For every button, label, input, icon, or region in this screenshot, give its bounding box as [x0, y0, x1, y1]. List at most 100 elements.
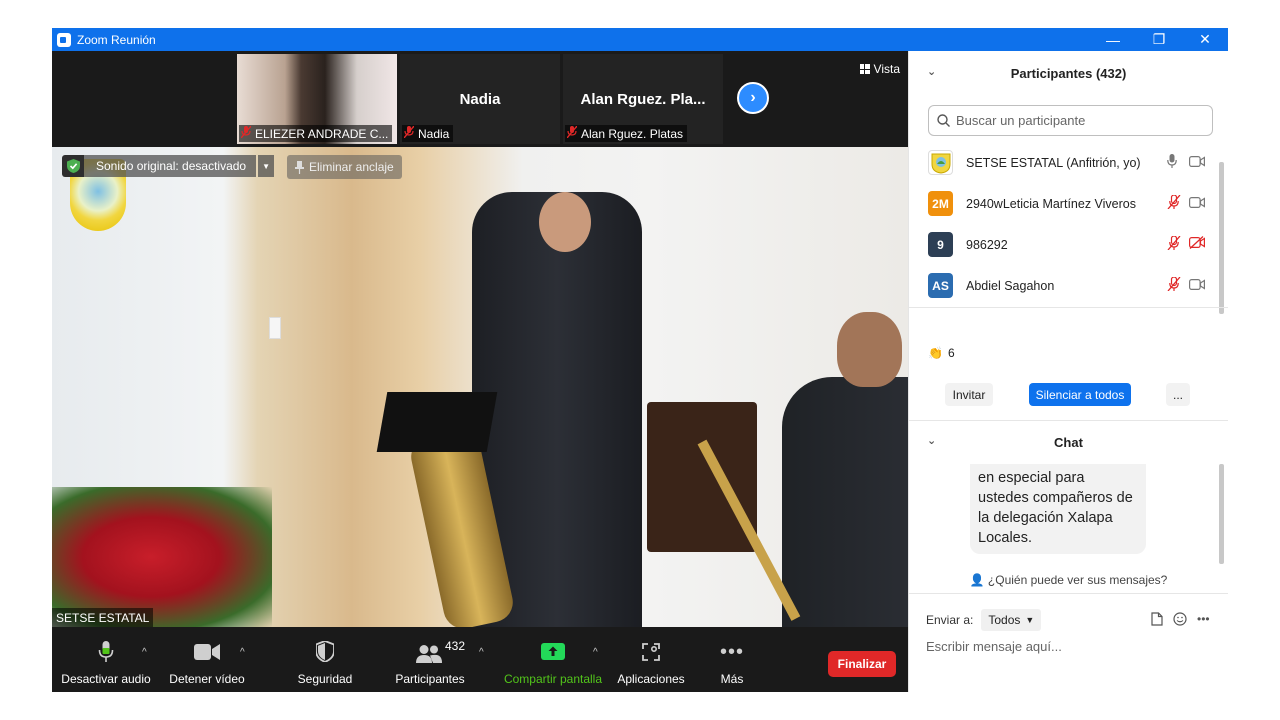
setse-logo-avatar: [928, 150, 953, 175]
more-button[interactable]: ••• Más: [708, 627, 756, 692]
chevron-down-icon[interactable]: ⌄: [927, 65, 936, 78]
video-camera-icon: [194, 644, 220, 660]
person-lock-icon: 👤: [969, 573, 985, 587]
chat-tools: •••: [1151, 612, 1210, 626]
security-button[interactable]: Seguridad: [290, 627, 360, 692]
participants-header: ⌄ Participantes (432): [927, 65, 1127, 81]
participant-row[interactable]: 2M 2940wLeticia Martínez Viveros: [909, 183, 1221, 224]
thumbnail-strip: ELIEZER ANDRADE C... Nadia Nadia Alan Rg…: [52, 51, 908, 147]
file-icon[interactable]: [1151, 612, 1163, 626]
shield-check-icon: [62, 155, 84, 177]
restore-button[interactable]: ❐: [1136, 28, 1182, 51]
singer-face: [539, 192, 591, 252]
more-dots-icon: •••: [719, 641, 745, 663]
poinsettia-plant: [52, 487, 272, 627]
title-bar: Zoom Reunión — ❐ ✕: [52, 28, 1228, 51]
mute-audio-button[interactable]: Desactivar audio: [60, 627, 152, 692]
participant-row[interactable]: SETSE ESTATAL (Anfitrión, yo): [909, 142, 1221, 183]
apps-icon: [642, 643, 660, 661]
search-icon: [937, 114, 950, 127]
video-camera-icon[interactable]: [1189, 154, 1205, 172]
pin-icon: [295, 160, 304, 174]
mic-muted-icon[interactable]: [1167, 235, 1181, 253]
send-to-row: Enviar a: Todos ▼: [926, 609, 1042, 631]
participant-row[interactable]: AS Abdiel Sagahon: [909, 265, 1221, 306]
original-sound-dropdown[interactable]: ▼: [258, 155, 275, 177]
participant-avatar: 2M: [928, 191, 953, 216]
video-off-icon[interactable]: [1189, 235, 1205, 254]
original-sound-control: Sonido original: desactivado ▼: [62, 155, 275, 177]
chat-scrollbar[interactable]: [1219, 464, 1224, 564]
participant-avatar: 9: [928, 232, 953, 257]
next-page-button[interactable]: ›: [737, 82, 769, 114]
share-screen-button[interactable]: Compartir pantalla: [498, 627, 608, 692]
meeting-toolbar: Desactivar audio ^ Detener vídeo ^ Segur…: [52, 627, 908, 692]
divider: [909, 307, 1228, 308]
video-participant-label: SETSE ESTATAL: [52, 608, 154, 627]
thumbnail-alan[interactable]: Alan Rguez. Pla... Alan Rguez. Platas: [563, 54, 723, 144]
unpin-button[interactable]: Eliminar anclaje: [287, 155, 402, 179]
emoji-icon[interactable]: [1173, 612, 1187, 626]
share-screen-icon: [541, 643, 565, 660]
search-input[interactable]: [956, 113, 1196, 128]
share-options-caret[interactable]: ^: [593, 647, 598, 658]
clapping-hands-icon: 👏: [928, 346, 943, 360]
divider: [909, 420, 1228, 421]
view-button[interactable]: Vista: [859, 62, 900, 76]
thumbnail-name: Nadia: [459, 91, 501, 108]
participants-count-badge: 432: [445, 639, 466, 653]
video-camera-icon[interactable]: [1189, 277, 1205, 295]
trombonist-figure: [782, 377, 908, 627]
stop-video-button[interactable]: Detener vídeo: [164, 627, 250, 692]
thumbnail-eliezer[interactable]: ELIEZER ANDRADE C...: [237, 54, 397, 144]
thumbnail-name: Alan Rguez. Pla...: [580, 91, 706, 108]
video-options-caret[interactable]: ^: [240, 647, 245, 658]
send-to-dropdown[interactable]: Todos ▼: [981, 609, 1042, 631]
trombonist-face: [837, 312, 902, 387]
invite-button[interactable]: Invitar: [945, 383, 993, 406]
who-can-see-link[interactable]: 👤 ¿Quién puede ver sus mensajes?: [909, 573, 1228, 587]
people-icon: [416, 645, 442, 663]
participants-button[interactable]: 432 Participantes: [392, 627, 468, 692]
minimize-button[interactable]: —: [1090, 28, 1136, 51]
mic-muted-icon[interactable]: [1167, 194, 1181, 212]
video-camera-icon[interactable]: [1189, 195, 1205, 213]
chat-message: en especial para ustedes compañeros de l…: [970, 464, 1146, 554]
close-button[interactable]: ✕: [1182, 28, 1228, 51]
participant-row[interactable]: 9 986292: [909, 224, 1221, 265]
participants-scrollbar[interactable]: [1219, 162, 1224, 314]
chevron-down-icon: ▼: [1025, 615, 1035, 625]
microphone-icon[interactable]: [1167, 154, 1177, 171]
thumbnail-label: Alan Rguez. Platas: [565, 125, 688, 142]
chat-header: ⌄ Chat: [927, 434, 1083, 450]
caret-down-icon: ▼: [262, 161, 271, 171]
more-dots-icon[interactable]: •••: [1197, 612, 1210, 626]
thumbnail-nadia[interactable]: Nadia Nadia: [400, 54, 560, 144]
chevron-down-icon[interactable]: ⌄: [927, 434, 936, 447]
audio-options-caret[interactable]: ^: [142, 647, 147, 658]
apps-button[interactable]: Aplicaciones: [614, 627, 688, 692]
mic-muted-icon: [403, 125, 415, 141]
chevron-right-icon: ›: [750, 89, 756, 106]
participant-list: SETSE ESTATAL (Anfitrión, yo) 2M 2940wLe…: [909, 142, 1221, 306]
mute-all-button[interactable]: Silenciar a todos: [1029, 383, 1131, 406]
wall-switch: [269, 317, 281, 339]
zoom-app-icon: [57, 32, 71, 47]
participant-avatar: AS: [928, 273, 953, 298]
meeting-area: ELIEZER ANDRADE C... Nadia Nadia Alan Rg…: [52, 51, 908, 692]
participant-search[interactable]: [928, 105, 1213, 136]
thumbnail-label: Nadia: [402, 125, 454, 142]
end-meeting-button[interactable]: Finalizar: [828, 651, 896, 677]
original-sound-button[interactable]: Sonido original: desactivado: [84, 155, 257, 177]
divider: [909, 593, 1228, 594]
grid-view-icon: [859, 64, 870, 74]
music-stand: [376, 392, 498, 452]
participants-options-caret[interactable]: ^: [479, 647, 484, 658]
chat-message-input[interactable]: [926, 639, 1216, 654]
side-panel: ⌄ Participantes (432) SETSE ESTATAL (Anf…: [908, 51, 1228, 692]
mic-muted-icon: [240, 125, 252, 141]
more-options-button[interactable]: ...: [1166, 383, 1190, 406]
window-title: Zoom Reunión: [77, 32, 156, 47]
zoom-window: Zoom Reunión — ❐ ✕ ELIEZER ANDRADE C... …: [52, 28, 1228, 692]
mic-muted-icon[interactable]: [1167, 276, 1181, 294]
